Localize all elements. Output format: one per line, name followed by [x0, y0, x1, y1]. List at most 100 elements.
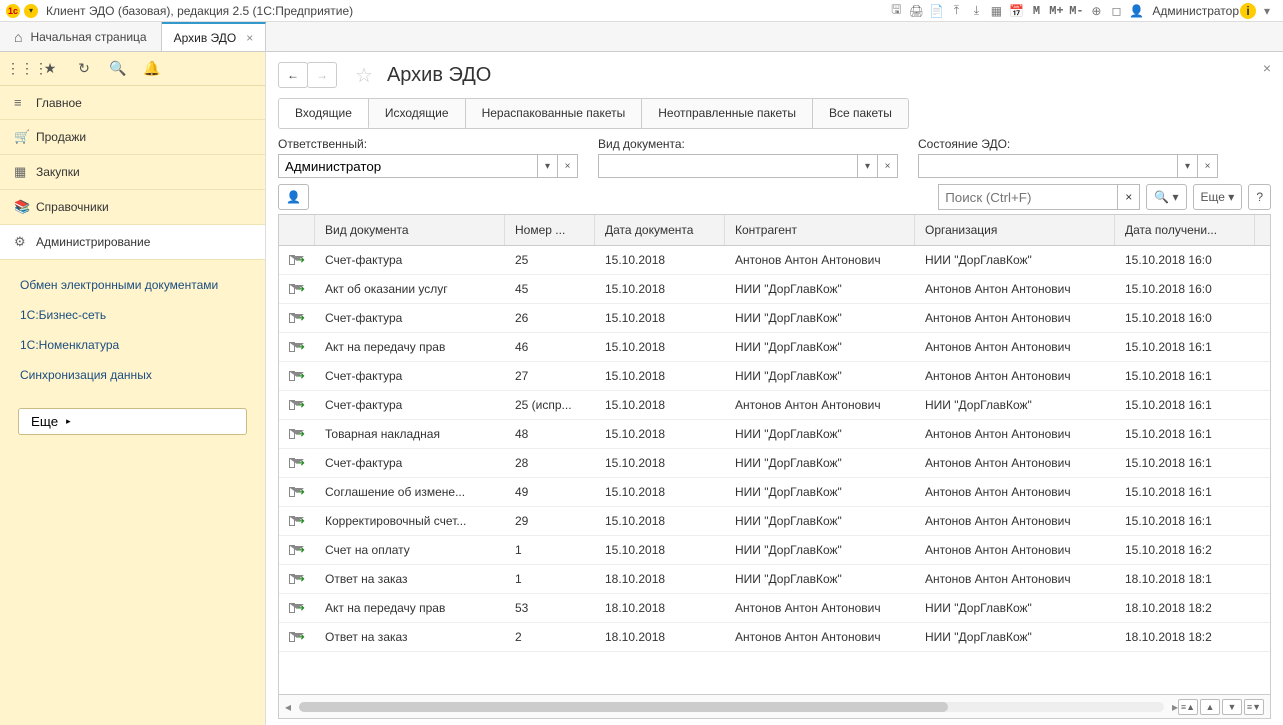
filter-doctype: Вид документа: ▾ ×	[598, 137, 898, 178]
cell-number: 2	[505, 630, 595, 644]
home-tab[interactable]: ⌂ Начальная страница	[0, 22, 162, 51]
back-button[interactable]: ←	[278, 62, 308, 88]
sidebar-item-3[interactable]: 📚Справочники	[0, 190, 265, 225]
download-icon[interactable]: ⤓	[967, 3, 985, 19]
help-button[interactable]: ?	[1248, 184, 1271, 210]
user-name[interactable]: Администратор	[1152, 4, 1239, 18]
more-button[interactable]: Еще ▾	[1193, 184, 1243, 210]
row-status-icon: ➜	[279, 545, 315, 556]
sidebar-item-4[interactable]: ⚙Администрирование	[0, 225, 265, 260]
col-number[interactable]: Номер ...	[505, 215, 595, 245]
apps-icon[interactable]: ⋮⋮⋮	[6, 60, 26, 77]
cell-number: 46	[505, 340, 595, 354]
table-row[interactable]: ➜Корректировочный счет...2915.10.2018НИИ…	[279, 507, 1270, 536]
page-tab-3[interactable]: Неотправленные пакеты	[642, 99, 813, 128]
filter-resp-input[interactable]	[278, 154, 538, 178]
col-received[interactable]: Дата получени...	[1115, 215, 1255, 245]
table-row[interactable]: ➜Счет-фактура2615.10.2018НИИ "ДорГлавКож…	[279, 304, 1270, 333]
table-row[interactable]: ➜Ответ на заказ118.10.2018НИИ "ДорГлавКо…	[279, 565, 1270, 594]
grid-body[interactable]: ➜Счет-фактура2515.10.2018Антонов Антон А…	[279, 246, 1270, 694]
table-row[interactable]: ➜Счет-фактура25 (испр...15.10.2018Антоно…	[279, 391, 1270, 420]
table-row[interactable]: ➜Счет-фактура2715.10.2018НИИ "ДорГлавКож…	[279, 362, 1270, 391]
clear-icon[interactable]: ×	[878, 154, 898, 178]
col-doctype[interactable]: Вид документа	[315, 215, 505, 245]
print-icon[interactable]: 🖨	[907, 3, 925, 19]
app-menu-dropdown-icon[interactable]: ▾	[24, 4, 38, 18]
table-row[interactable]: ➜Акт на передачу прав5318.10.2018Антонов…	[279, 594, 1270, 623]
upload-icon[interactable]: ⤒	[947, 3, 965, 19]
search-button[interactable]: 🔍 ▾	[1146, 184, 1186, 210]
table-row[interactable]: ➜Акт об оказании услуг4515.10.2018НИИ "Д…	[279, 275, 1270, 304]
filter-state: Состояние ЭДО: ▾ ×	[918, 137, 1218, 178]
cell-doctype: Ответ на заказ	[315, 630, 505, 644]
close-tab-icon[interactable]: ×	[246, 31, 253, 45]
save-icon[interactable]: 🖫	[887, 3, 905, 19]
filter-doctype-input[interactable]	[598, 154, 858, 178]
table-row[interactable]: ➜Ответ на заказ218.10.2018Антонов Антон …	[279, 623, 1270, 652]
table-row[interactable]: ➜Товарная накладная4815.10.2018НИИ "ДорГ…	[279, 420, 1270, 449]
sidebar-item-1[interactable]: 🛒Продажи	[0, 120, 265, 155]
subnav-item-1[interactable]: 1С:Бизнес-сеть	[0, 300, 265, 330]
scroll-left-icon[interactable]: ◂	[285, 700, 291, 714]
memory-mplus-icon[interactable]: M+	[1047, 3, 1065, 19]
clear-icon[interactable]: ×	[558, 154, 578, 178]
cell-number: 26	[505, 311, 595, 325]
col-organization[interactable]: Организация	[915, 215, 1115, 245]
table-row[interactable]: ➜Акт на передачу прав4615.10.2018НИИ "До…	[279, 333, 1270, 362]
subnav-item-2[interactable]: 1С:Номенклатура	[0, 330, 265, 360]
clear-icon[interactable]: ×	[1198, 154, 1218, 178]
star-icon[interactable]: ☆	[355, 63, 373, 88]
bell-icon[interactable]: 🔔	[142, 60, 162, 77]
dropdown-icon[interactable]: ▾	[1178, 154, 1198, 178]
info-dropdown-icon[interactable]: ▾	[1258, 3, 1276, 19]
page-first-icon[interactable]: ≡▲	[1178, 699, 1198, 715]
horizontal-scrollbar[interactable]	[299, 702, 1164, 712]
memory-m-icon[interactable]: M	[1027, 3, 1045, 19]
user-icon[interactable]: 👤	[1127, 3, 1145, 19]
close-page-icon[interactable]: ×	[1263, 60, 1271, 76]
filter-state-input[interactable]	[918, 154, 1178, 178]
cell-date: 18.10.2018	[595, 601, 725, 615]
active-tab[interactable]: Архив ЭДО ×	[162, 22, 267, 51]
table-row[interactable]: ➜Счет на оплату115.10.2018НИИ "ДорГлавКо…	[279, 536, 1270, 565]
row-status-icon: ➜	[279, 371, 315, 382]
nav-label: Справочники	[36, 200, 109, 214]
sidebar-more-button[interactable]: Еще ▸	[18, 408, 247, 435]
sidebar-item-0[interactable]: ≡Главное	[0, 86, 265, 120]
page-tab-1[interactable]: Исходящие	[369, 99, 466, 128]
subnav-item-0[interactable]: Обмен электронными документами	[0, 270, 265, 300]
calendar-icon[interactable]: 📅	[1007, 3, 1025, 19]
col-date[interactable]: Дата документа	[595, 215, 725, 245]
page-tab-2[interactable]: Нераспакованные пакеты	[466, 99, 643, 128]
person-filter-button[interactable]: 👤	[278, 184, 309, 210]
table-row[interactable]: ➜Соглашение об измене...4915.10.2018НИИ …	[279, 478, 1270, 507]
print-preview-icon[interactable]: 📄	[927, 3, 945, 19]
calculator-icon[interactable]: ▦	[987, 3, 1005, 19]
subnav-item-3[interactable]: Синхронизация данных	[0, 360, 265, 390]
page-down-icon[interactable]: ▼	[1222, 699, 1242, 715]
window-icon[interactable]: ◻	[1107, 3, 1125, 19]
search-input[interactable]	[938, 184, 1118, 210]
page-tab-0[interactable]: Входящие	[279, 99, 369, 129]
history-icon[interactable]: ↻	[74, 60, 94, 77]
cell-counterparty: НИИ "ДорГлавКож"	[725, 427, 915, 441]
info-icon[interactable]: i	[1240, 3, 1256, 19]
favorite-icon[interactable]: ★	[40, 60, 60, 77]
memory-mminus-icon[interactable]: M-	[1067, 3, 1085, 19]
table-row[interactable]: ➜Счет-фактура2515.10.2018Антонов Антон А…	[279, 246, 1270, 275]
table-row[interactable]: ➜Счет-фактура2815.10.2018НИИ "ДорГлавКож…	[279, 449, 1270, 478]
forward-button[interactable]: →	[307, 62, 337, 88]
sidebar-item-2[interactable]: ▦Закупки	[0, 155, 265, 190]
col-icon[interactable]	[279, 215, 315, 245]
cell-date: 15.10.2018	[595, 340, 725, 354]
dropdown-icon[interactable]: ▾	[538, 154, 558, 178]
page-up-icon[interactable]: ▲	[1200, 699, 1220, 715]
search-clear-icon[interactable]: ×	[1118, 184, 1140, 210]
zoom-icon[interactable]: ⊕	[1087, 3, 1105, 19]
page-last-icon[interactable]: ≡▼	[1244, 699, 1264, 715]
col-counterparty[interactable]: Контрагент	[725, 215, 915, 245]
filter-resp-label: Ответственный:	[278, 137, 578, 151]
page-tab-4[interactable]: Все пакеты	[813, 99, 908, 128]
search-icon[interactable]: 🔍	[108, 60, 128, 77]
dropdown-icon[interactable]: ▾	[858, 154, 878, 178]
